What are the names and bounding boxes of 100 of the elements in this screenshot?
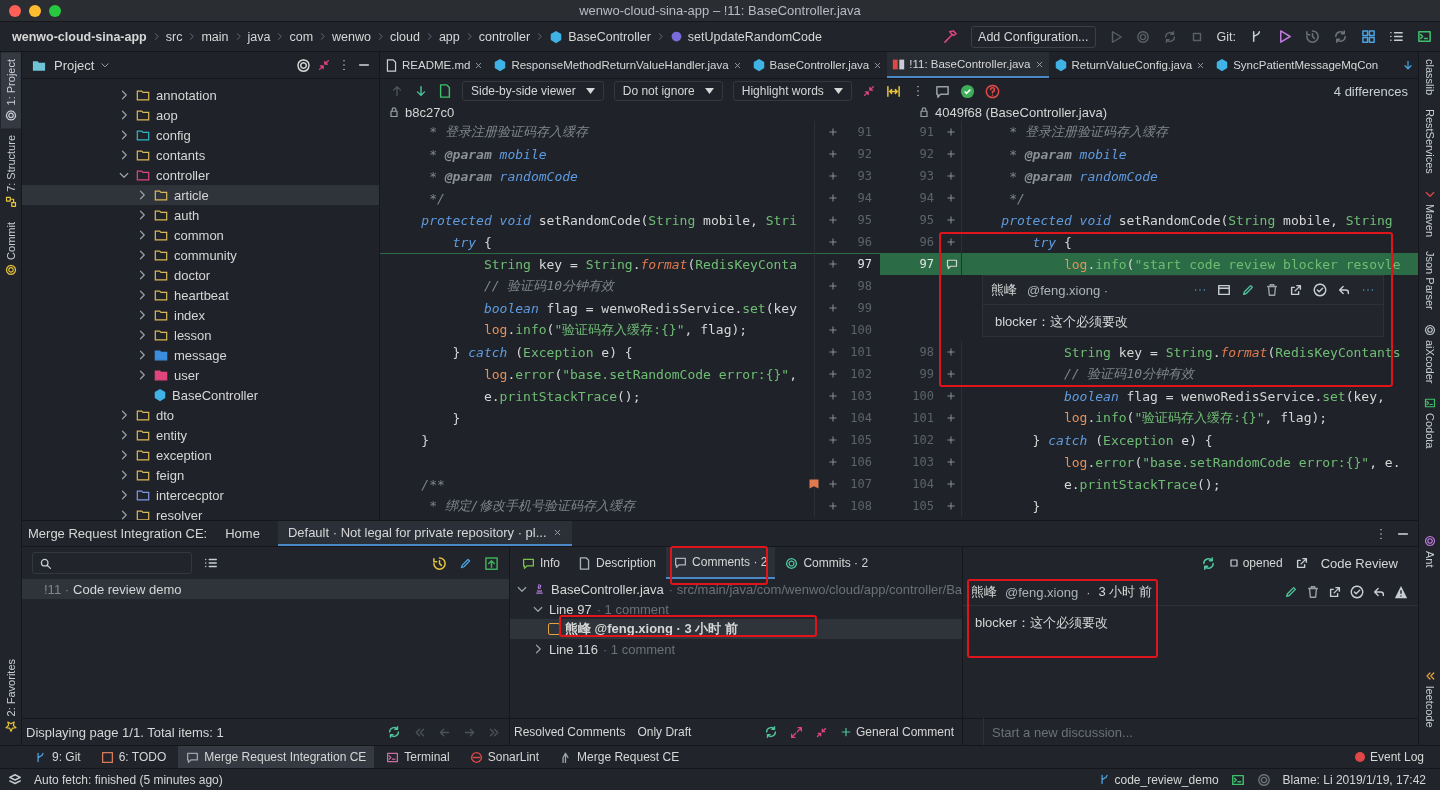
comment-tree-item[interactable]: Line 97 <box>549 601 592 617</box>
tree-item[interactable]: feign <box>156 467 185 483</box>
tree-item[interactable]: intercecptor <box>156 487 224 503</box>
viewer-dropdown[interactable]: Side-by-side viewer <box>462 81 604 101</box>
breadcrumb-item[interactable]: controller <box>478 29 531 44</box>
delete-icon[interactable] <box>1306 585 1320 599</box>
tree-item[interactable]: entity <box>156 427 188 443</box>
help-icon[interactable] <box>984 83 1000 99</box>
tool-window-button[interactable]: 7: Structure <box>0 128 21 216</box>
breadcrumb-item[interactable]: wenwo-cloud-sina-app <box>12 29 147 44</box>
tree-item[interactable]: controller <box>156 167 210 183</box>
panel-tab[interactable]: Home <box>215 521 270 546</box>
tab-list-icon[interactable] <box>1402 59 1414 71</box>
breadcrumb-item[interactable]: src <box>165 29 183 44</box>
open-external-icon[interactable] <box>1294 556 1309 570</box>
tool-window-button[interactable]: 1: Project <box>0 52 21 129</box>
open-external-icon[interactable] <box>1328 585 1342 599</box>
tree-item[interactable]: message <box>174 347 227 363</box>
breadcrumb-item[interactable]: main <box>201 29 229 44</box>
history-icon[interactable] <box>432 555 447 571</box>
terminal-icon[interactable] <box>1417 29 1432 44</box>
breadcrumb-item[interactable]: wenwo <box>332 29 371 44</box>
edit-icon[interactable] <box>1284 585 1298 599</box>
expand-icon[interactable] <box>789 725 803 739</box>
resolve-icon[interactable] <box>1313 283 1327 297</box>
panel-title[interactable]: Project <box>54 57 95 73</box>
close-icon[interactable] <box>873 60 883 70</box>
comment-tree-item[interactable]: Line 116 <box>549 641 598 657</box>
edit-icon[interactable] <box>1241 283 1255 297</box>
editor-tab[interactable]: README.md <box>380 52 489 78</box>
collapse-icon[interactable] <box>814 725 828 739</box>
reply-icon[interactable] <box>1372 585 1386 599</box>
next-difference-icon[interactable] <box>414 84 428 98</box>
close-icon[interactable] <box>552 528 562 537</box>
ignore-dropdown[interactable]: Do not ignore <box>613 81 723 101</box>
tool-window-button[interactable]: RestServices <box>1419 102 1440 181</box>
resolve-icon[interactable] <box>1350 585 1364 599</box>
detail-tab[interactable]: Description <box>570 547 665 579</box>
refresh-icon[interactable] <box>763 725 778 739</box>
breadcrumb-item[interactable]: java <box>247 29 271 44</box>
resolved-comments-toggle[interactable]: Resolved Comments <box>514 725 626 739</box>
jump-to-source-icon[interactable] <box>438 84 452 98</box>
terminal-icon[interactable] <box>1230 772 1245 787</box>
comment-icon[interactable] <box>946 258 958 270</box>
run-configuration-dropdown[interactable]: Add Configuration... <box>971 25 1096 48</box>
window-icon[interactable] <box>1217 283 1231 297</box>
tree-item[interactable]: aop <box>156 107 178 123</box>
upload-icon[interactable] <box>484 555 499 571</box>
editor-tab[interactable]: BaseController.java <box>746 52 888 78</box>
tool-window-button[interactable]: classlib <box>1419 52 1440 103</box>
tool-window-tab[interactable]: 6: TODO <box>92 746 175 768</box>
warning-icon[interactable] <box>1394 585 1408 599</box>
tool-window-tab[interactable]: Terminal <box>378 746 458 768</box>
tool-window-button[interactable]: 2: Favorites <box>0 651 21 739</box>
tree-item[interactable]: BaseController <box>172 387 258 403</box>
tool-window-tab[interactable]: 9: Git <box>26 746 89 768</box>
tool-window-button[interactable]: Json Parser <box>1419 243 1440 317</box>
merge-request-item[interactable]: !11 · Code review demo <box>22 579 509 599</box>
tree-item[interactable]: annotation <box>156 87 217 103</box>
edit-icon[interactable] <box>459 556 472 570</box>
breadcrumb-item[interactable]: setUpdateRandomCode <box>687 29 822 44</box>
tree-item[interactable]: config <box>156 127 191 143</box>
tree-item[interactable]: heartbeat <box>174 287 229 303</box>
close-icon[interactable] <box>1196 60 1206 70</box>
tree-item[interactable]: exception <box>156 447 212 463</box>
tree-item[interactable]: index <box>174 307 206 323</box>
reply-icon[interactable] <box>1337 283 1351 297</box>
search-field[interactable] <box>32 552 192 574</box>
general-comment-button[interactable]: General Comment <box>839 725 954 739</box>
tool-window-button[interactable]: aiXcoder <box>1419 316 1440 391</box>
editor-tab[interactable]: ResponseMethodReturnValueHandler.java <box>488 52 747 78</box>
tree-item[interactable]: article <box>174 187 209 203</box>
approve-icon[interactable] <box>959 83 975 99</box>
tool-window-button[interactable]: leetcode <box>1419 663 1440 735</box>
tree-item[interactable]: community <box>174 247 237 263</box>
breadcrumb-item[interactable]: com <box>289 29 314 44</box>
chevron-down-icon[interactable] <box>100 60 111 70</box>
breadcrumb-item[interactable]: app <box>438 29 460 44</box>
tool-window-tab[interactable]: Merge Request Integration CE <box>178 746 375 768</box>
comments-icon[interactable] <box>934 83 950 99</box>
breadcrumb-item[interactable]: cloud <box>390 29 420 44</box>
comment-tree-item[interactable]: BaseController.java <box>551 581 664 597</box>
open-external-icon[interactable] <box>1289 283 1303 297</box>
minimize-window-button[interactable] <box>29 5 41 17</box>
tool-window-tab[interactable]: Merge Request CE <box>551 746 688 768</box>
collapse-icon[interactable] <box>317 58 331 72</box>
tool-window-button[interactable]: Commit <box>0 215 21 284</box>
list-icon[interactable] <box>204 556 218 570</box>
tree-item[interactable]: lesson <box>174 327 212 343</box>
refresh-icon[interactable] <box>1200 555 1216 571</box>
close-icon[interactable] <box>1034 59 1044 69</box>
detail-tab[interactable]: Commits · 2 <box>777 547 877 579</box>
delete-icon[interactable] <box>1265 283 1279 297</box>
tool-window-tab[interactable]: SonarLint <box>461 746 548 768</box>
only-draft-toggle[interactable]: Only Draft <box>637 725 692 739</box>
tool-window-button[interactable]: Ant <box>1419 528 1440 575</box>
branch-button[interactable]: code_review_demo <box>1097 772 1219 787</box>
tree-item[interactable]: doctor <box>174 267 211 283</box>
collapse-icon[interactable] <box>861 84 876 98</box>
breadcrumb-item[interactable]: BaseController <box>568 29 651 44</box>
